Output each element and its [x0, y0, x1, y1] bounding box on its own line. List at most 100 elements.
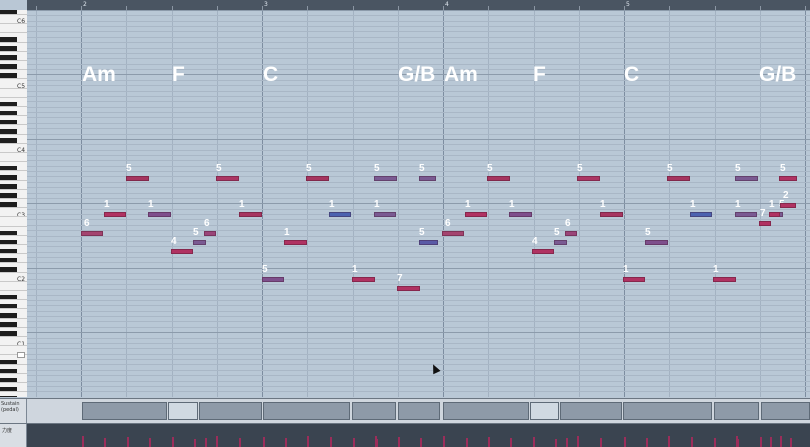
sustain-segment[interactable] [560, 402, 622, 420]
velocity-bar[interactable] [194, 439, 196, 447]
midi-note[interactable] [104, 212, 126, 217]
midi-note[interactable] [171, 249, 193, 254]
midi-note[interactable] [374, 212, 396, 217]
velocity-bar[interactable] [510, 438, 512, 447]
velocity-bar[interactable] [420, 438, 422, 447]
velocity-bar[interactable] [600, 438, 602, 447]
midi-note[interactable] [193, 240, 206, 245]
white-key-divider [0, 60, 27, 61]
midi-note[interactable] [577, 176, 600, 181]
sustain-segment[interactable] [530, 402, 559, 420]
sustain-segment[interactable] [761, 402, 810, 420]
velocity-lane[interactable]: 力度 [0, 423, 810, 447]
black-key[interactable] [0, 396, 17, 397]
velocity-bar[interactable] [737, 439, 739, 447]
midi-note[interactable] [126, 176, 149, 181]
midi-note[interactable] [509, 212, 532, 217]
midi-note[interactable] [419, 240, 438, 245]
velocity-bar[interactable] [780, 436, 782, 447]
velocity-bar[interactable] [466, 438, 468, 447]
velocity-bar[interactable] [691, 437, 693, 447]
finger-number: 5 [554, 227, 560, 238]
midi-note[interactable] [565, 231, 577, 236]
velocity-bar[interactable] [488, 437, 490, 447]
midi-note[interactable] [487, 176, 510, 181]
midi-note[interactable] [374, 176, 397, 181]
midi-note[interactable] [623, 277, 645, 282]
midi-note[interactable] [532, 249, 554, 254]
pitch-row-line [27, 386, 810, 387]
midi-note[interactable] [306, 176, 329, 181]
midi-note[interactable] [713, 277, 736, 282]
sustain-segment[interactable] [82, 402, 167, 420]
midi-note[interactable] [735, 176, 758, 181]
pitch-row-line [27, 21, 810, 22]
midi-note[interactable] [600, 212, 623, 217]
midi-note[interactable] [735, 212, 757, 217]
sustain-segment[interactable] [352, 402, 396, 420]
midi-note[interactable] [779, 176, 797, 181]
midi-note[interactable] [352, 277, 375, 282]
midi-note[interactable] [216, 176, 239, 181]
midi-note[interactable] [397, 286, 420, 291]
velocity-bar[interactable] [127, 437, 129, 447]
velocity-bar[interactable] [760, 437, 762, 447]
sustain-lane[interactable]: Sustain (pedal) [0, 398, 810, 423]
velocity-bar[interactable] [149, 438, 151, 447]
midi-note[interactable] [465, 212, 487, 217]
sustain-segment[interactable] [443, 402, 529, 420]
midi-note[interactable] [204, 231, 216, 236]
sustain-segment[interactable] [714, 402, 759, 420]
velocity-bar[interactable] [263, 437, 265, 447]
velocity-bar[interactable] [376, 439, 378, 447]
velocity-bar[interactable] [566, 438, 568, 447]
sustain-segment[interactable] [199, 402, 262, 420]
sustain-segment[interactable] [623, 402, 712, 420]
pitch-row-line [27, 160, 810, 161]
midi-note[interactable] [690, 212, 712, 217]
sustain-segment[interactable] [263, 402, 350, 420]
velocity-bar[interactable] [533, 437, 535, 447]
midi-note[interactable] [759, 221, 771, 226]
velocity-bar[interactable] [624, 437, 626, 447]
velocity-bar[interactable] [104, 438, 106, 447]
sustain-segment[interactable] [398, 402, 440, 420]
midi-note[interactable] [780, 203, 796, 208]
velocity-bar[interactable] [398, 437, 400, 447]
velocity-bar[interactable] [443, 436, 445, 447]
velocity-bar[interactable] [353, 438, 355, 447]
velocity-bar[interactable] [577, 436, 579, 447]
midi-note[interactable] [769, 212, 780, 217]
midi-note[interactable] [329, 212, 351, 217]
sustain-segment[interactable] [168, 402, 198, 420]
velocity-bar[interactable] [555, 439, 557, 447]
midi-note[interactable] [667, 176, 690, 181]
velocity-bar[interactable] [285, 438, 287, 447]
velocity-bar[interactable] [307, 436, 309, 447]
midi-note[interactable] [239, 212, 262, 217]
midi-note[interactable] [442, 231, 464, 236]
midi-note[interactable] [645, 240, 668, 245]
velocity-lane-label: 力度 [0, 424, 27, 447]
piano-keyboard[interactable]: C6 C5 C4 C3 C2 C1 [0, 10, 28, 397]
note-grid[interactable]: Am F C G/B Am F C G/B 615145651515115157… [27, 10, 810, 397]
velocity-bar[interactable] [668, 436, 670, 447]
velocity-bar[interactable] [330, 437, 332, 447]
velocity-bar[interactable] [714, 438, 716, 447]
velocity-bar[interactable] [239, 438, 241, 447]
midi-note[interactable] [262, 277, 284, 282]
velocity-bar[interactable] [646, 438, 648, 447]
velocity-bar[interactable] [172, 437, 174, 447]
midi-note[interactable] [148, 212, 171, 217]
midi-note[interactable] [419, 176, 436, 181]
midi-note[interactable] [554, 240, 567, 245]
velocity-bar[interactable] [770, 437, 772, 447]
finger-number: 6 [565, 218, 571, 229]
bar-number: 3 [264, 1, 268, 8]
velocity-bar[interactable] [205, 438, 207, 447]
velocity-bar[interactable] [790, 438, 792, 447]
velocity-bar[interactable] [216, 436, 218, 447]
velocity-bar[interactable] [82, 436, 84, 447]
midi-note[interactable] [81, 231, 103, 236]
midi-note[interactable] [284, 240, 307, 245]
